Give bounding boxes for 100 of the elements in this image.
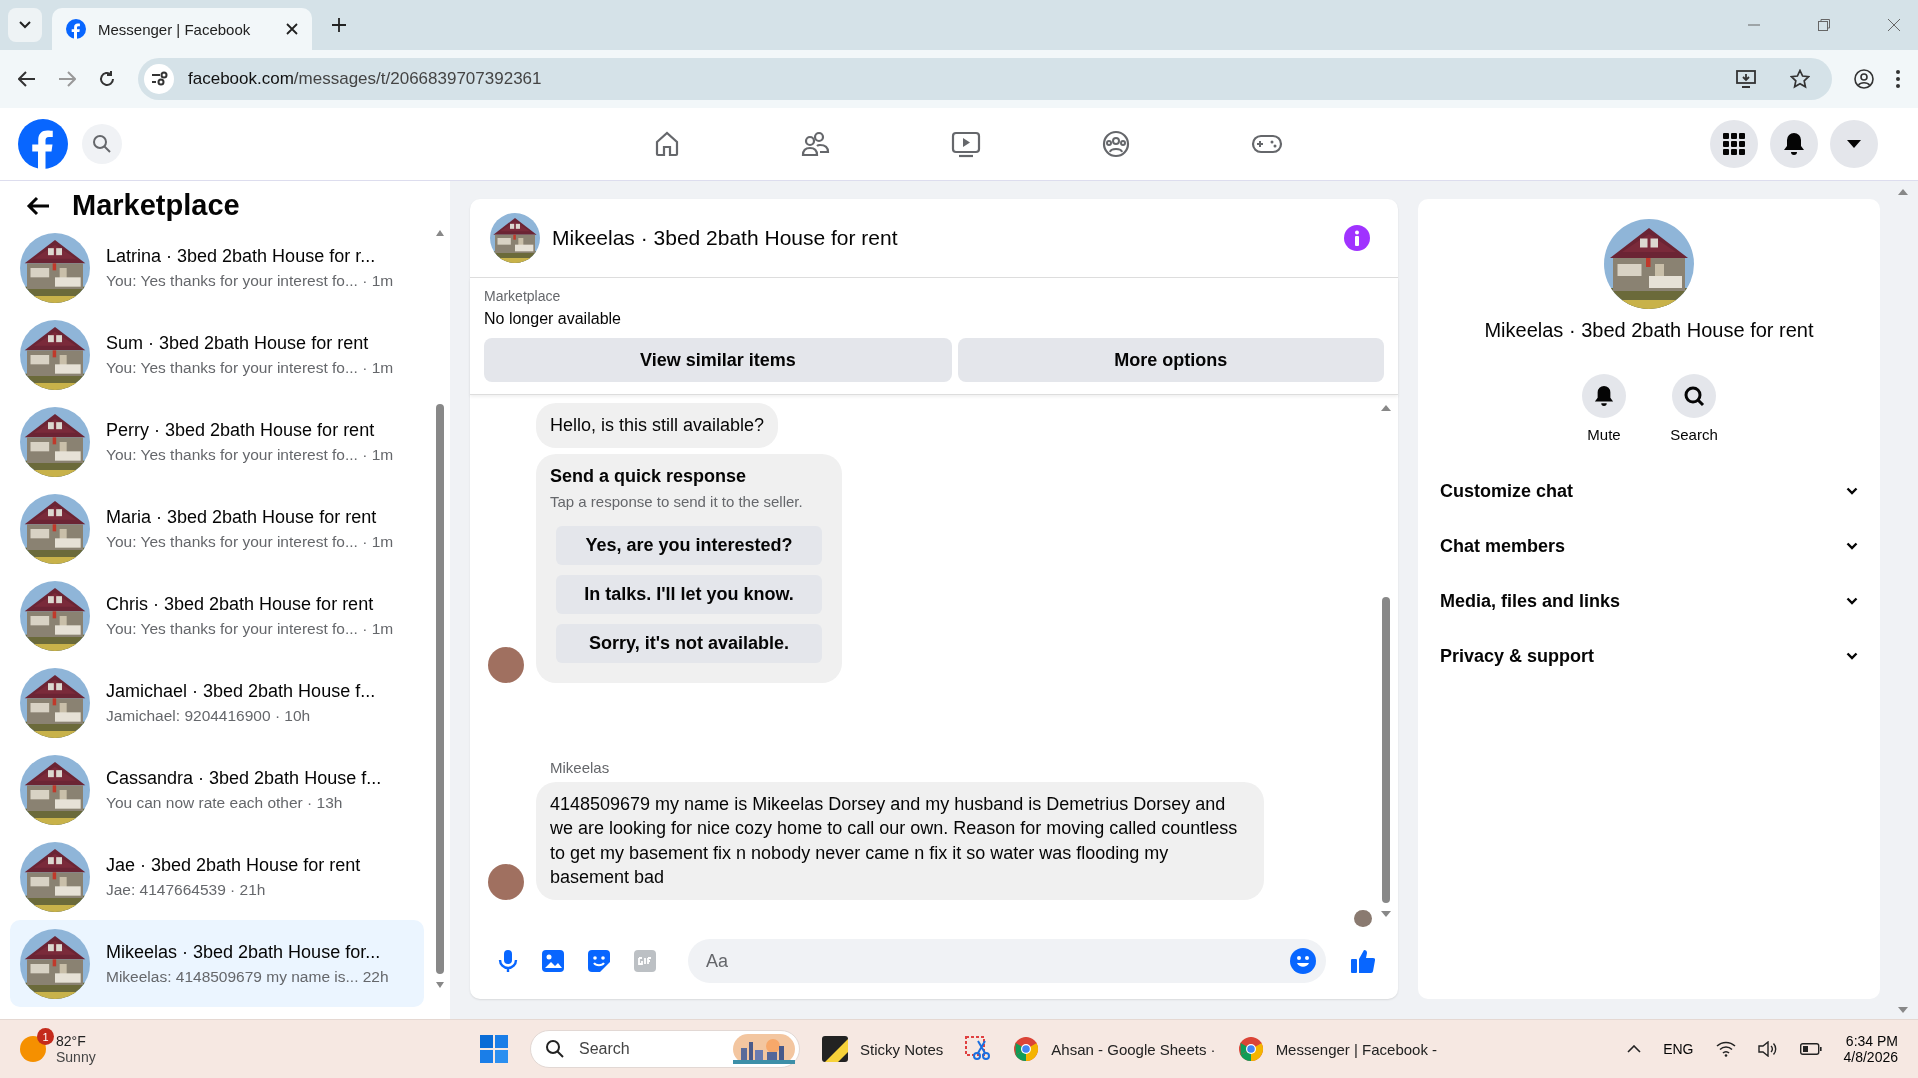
conversation-snippet: You: Yes thanks for your interest fo... · 1m [106,532,394,551]
clock[interactable]: 6:34 PM 4/8/2026 [1843,1033,1898,1065]
new-tab-icon[interactable] [332,18,346,32]
notification-badge: 1 [37,1028,54,1045]
language-indicator[interactable]: ENG [1663,1041,1694,1057]
notifications-button[interactable] [1770,120,1818,168]
facebook-logo-icon[interactable] [18,119,68,169]
groups-icon[interactable] [1101,129,1131,159]
bell-icon [1594,385,1614,407]
action-label: Search [1670,426,1718,443]
conversation-item[interactable]: Chris · 3bed 2bath House for rent You: Yes thanks for your interest fo... · 1m [10,572,424,659]
section-header[interactable]: Media, files and links [1432,579,1866,623]
quick-response-hint: Tap a response to send it to the seller. [550,492,804,510]
conversation-snippet: You: Yes thanks for your interest fo... · 1m [106,358,394,377]
battery-icon[interactable] [1799,1043,1822,1055]
conversation-item[interactable]: Mikeelas · 3bed 2bath House for... Mikeelas: 4148509679 my name is... 22h [10,920,424,1007]
taskbar-app[interactable]: Sticky Notes [822,1036,944,1062]
search-button[interactable] [82,124,122,164]
quick-response-title: Send a quick response [550,465,748,487]
star-icon[interactable] [1790,69,1810,89]
profile-icon[interactable] [1854,69,1874,89]
address-field[interactable]: facebook.com/messages/t/2066839707392361 [138,58,1832,100]
home-icon[interactable] [653,130,681,158]
menu-button[interactable] [1710,120,1758,168]
search-icon [92,134,112,154]
emoji-icon[interactable] [1290,948,1316,974]
gaming-icon[interactable] [1251,132,1283,156]
close-icon[interactable] [286,23,298,35]
conversation-snippet: You: Yes thanks for your interest fo... · 1m [106,445,394,464]
video-icon[interactable] [951,130,981,158]
conversation-snippet: Jae: 4147664539 · 21h [106,880,267,899]
restore-icon[interactable] [1818,19,1830,31]
conversation-title: Mikeelas · 3bed 2bath House for... [106,941,382,963]
conversation-title: Latrina · 3bed 2bath House for r... [106,245,377,267]
section-header[interactable]: Privacy & support [1432,634,1866,678]
forward-arrow-icon[interactable] [58,71,76,87]
friends-icon[interactable] [801,130,831,158]
conversation-title: Jamichael · 3bed 2bath House f... [106,680,376,702]
chrome-icon [1237,1036,1264,1062]
chat-title: Mikeelas · 3bed 2bath House for rent [552,226,898,250]
taskbar-app[interactable] [965,1036,992,1062]
reload-icon[interactable] [98,70,116,88]
bell-icon [1783,132,1805,156]
conversation-title: Sum · 3bed 2bath House for rent [106,332,370,354]
listing-button[interactable]: View similar items [484,338,952,382]
action-button[interactable] [1672,374,1716,418]
message-field[interactable]: Aa [688,939,1326,983]
conversation-item[interactable]: Perry · 3bed 2bath House for rent You: Yes thanks for your interest fo... · 1m [10,398,424,485]
install-app-icon[interactable] [1736,70,1756,88]
conversation-item[interactable]: Sum · 3bed 2bath House for rent You: Yes thanks for your interest fo... · 1m [10,311,424,398]
microphone-icon[interactable] [498,949,518,973]
windows-start-icon[interactable] [480,1035,508,1063]
section-header[interactable]: Customize chat [1432,469,1866,513]
action-button[interactable] [1582,374,1626,418]
chevron-down-icon [19,21,31,29]
caret-down-icon [1846,139,1862,149]
chrome-icon [1013,1036,1040,1062]
conversation-item[interactable]: Cassandra · 3bed 2bath House f... You can now rate each other · 13h [10,746,424,833]
quick-reply-button[interactable]: Yes, are you interested? [556,525,822,565]
quick-reply-button[interactable]: In talks. I'll let you know. [556,574,822,614]
chat-title: Mikeelas · 3bed 2bath House for rent [1484,319,1814,342]
info-icon[interactable] [1344,225,1370,251]
sticky-note-icon [822,1036,848,1062]
chevron-up-icon[interactable] [1627,1045,1642,1053]
search-icon [545,1039,565,1059]
message-input-field[interactable]: Aa [704,949,1290,973]
message-bubble: Hello, is this still available? [536,403,779,448]
thumbs-up-icon[interactable] [1350,948,1376,974]
image-icon[interactable] [542,950,564,972]
weather-condition: Sunny [56,1049,96,1065]
back-arrow-icon[interactable] [26,195,50,216]
wifi-icon[interactable] [1715,1041,1736,1057]
conversation-item[interactable]: Latrina · 3bed 2bath House for r... You: Yes thanks for your interest fo... · 1m [10,224,424,311]
sender-name: Mikeelas [550,758,611,776]
taskbar-app[interactable]: Messenger | Facebook - [1237,1036,1438,1062]
avatar [488,646,524,683]
section-header[interactable]: Chat members [1432,524,1866,568]
back-arrow-icon[interactable] [18,71,36,87]
conversation-title: Maria · 3bed 2bath House for rent [106,506,378,528]
volume-icon[interactable] [1757,1041,1778,1057]
more-icon[interactable] [1896,70,1900,88]
conversation-title: Jae · 3bed 2bath House for rent [106,854,361,876]
conversation-item[interactable]: Maria · 3bed 2bath House for rent You: Yes thanks for your interest fo... · 1m [10,485,424,572]
conversation-snippet: You can now rate each other · 13h [106,793,344,812]
conversation-item[interactable]: Jae · 3bed 2bath House for rent Jae: 4147664539 · 21h [10,833,424,920]
conversation-title: Cassandra · 3bed 2bath House f... [106,767,382,789]
taskbar-app[interactable]: Ahsan - Google Sheets · [1013,1036,1216,1062]
quick-reply-button[interactable]: Sorry, it's not available. [556,623,822,663]
sticker-icon[interactable] [588,950,610,972]
site-settings-icon[interactable] [144,64,174,94]
browser-tab[interactable]: Messenger | Facebook [52,8,312,50]
listing-button[interactable]: More options [957,338,1384,382]
listing-label: Marketplace [484,288,562,304]
tab-list-button[interactable] [8,8,42,42]
taskbar-search-field[interactable]: Search [530,1030,800,1068]
conversation-item[interactable]: Jamichael · 3bed 2bath House f... Jamichael: 9204416900 · 10h [10,659,424,746]
account-button[interactable] [1830,120,1878,168]
scissors-icon [965,1036,992,1062]
listing-status: No longer available [484,310,622,328]
conversation-title: Perry · 3bed 2bath House for rent [106,419,376,441]
